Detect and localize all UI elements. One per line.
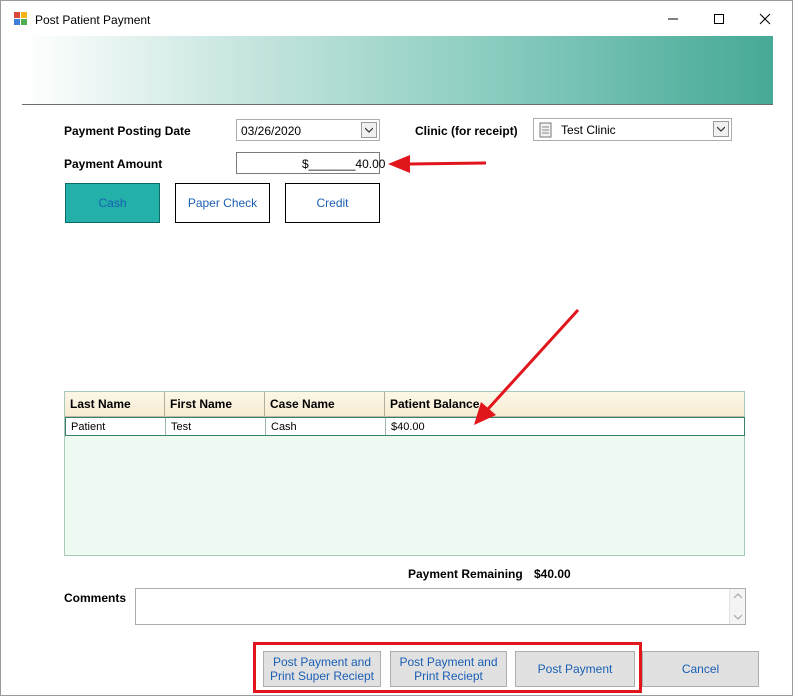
patient-balance-grid[interactable]: Last Name First Name Case Name Patient B… (64, 391, 745, 556)
column-header-last-name[interactable]: Last Name (65, 392, 165, 416)
clinic-doc-icon (539, 122, 552, 138)
title-bar[interactable]: Post Patient Payment (1, 1, 792, 35)
header-banner (22, 36, 773, 105)
posting-date-value: 03/26/2020 (241, 124, 302, 138)
app-icon (14, 12, 27, 25)
minimize-button[interactable] (650, 5, 696, 33)
comments-scrollbar[interactable] (729, 589, 745, 624)
clinic-value: Test Clinic (561, 123, 616, 137)
grid-header: Last Name First Name Case Name Patient B… (65, 392, 744, 417)
close-window-button[interactable] (742, 5, 788, 33)
close-icon (759, 13, 771, 25)
posting-date-label: Payment Posting Date (64, 124, 191, 138)
posting-date-picker[interactable]: 03/26/2020 (236, 119, 380, 141)
clinic-label: Clinic (for receipt) (415, 124, 518, 138)
cell-last-name: Patient (66, 418, 166, 435)
payment-remaining-value: $40.00 (534, 567, 571, 581)
cash-button[interactable]: Cash (65, 183, 160, 223)
column-header-first-name[interactable]: First Name (165, 392, 265, 416)
cell-first-name: Test (166, 418, 266, 435)
scroll-down-icon (734, 614, 742, 620)
payment-amount-input[interactable]: $_______40.00 (236, 152, 385, 174)
cell-patient-balance: $40.00 (391, 420, 425, 433)
post-and-print-receipt-button[interactable]: Post Payment and Print Reciept (390, 651, 507, 687)
column-header-patient-balance[interactable]: Patient Balance (385, 392, 745, 416)
cancel-button[interactable]: Cancel (642, 651, 759, 687)
window-title: Post Patient Payment (35, 13, 151, 27)
paper-check-button[interactable]: Paper Check (175, 183, 270, 223)
payment-amount-value: $_______40.00 (302, 157, 386, 171)
payment-amount-label: Payment Amount (64, 157, 163, 171)
cell-case-name: Cash (266, 418, 386, 435)
credit-button[interactable]: Credit (285, 183, 380, 223)
table-row[interactable]: Patient Test Cash $40.00 (65, 417, 745, 436)
post-and-print-super-receipt-button[interactable]: Post Payment and Print Super Reciept (263, 651, 381, 687)
comments-input[interactable] (135, 588, 746, 625)
clinic-dropdown-button[interactable] (713, 121, 729, 137)
minimize-icon (668, 18, 678, 20)
maximize-icon (714, 14, 724, 24)
chevron-down-icon (717, 126, 725, 132)
column-header-case-name[interactable]: Case Name (265, 392, 385, 416)
maximize-button[interactable] (696, 5, 742, 33)
chevron-down-icon (365, 127, 373, 133)
comments-label: Comments (64, 591, 127, 605)
date-dropdown-button[interactable] (361, 122, 377, 138)
post-patient-payment-window: Post Patient Payment Payment Posting Dat… (0, 0, 793, 696)
payment-remaining-label: Payment Remaining (408, 567, 523, 581)
post-payment-button[interactable]: Post Payment (515, 651, 635, 687)
divider (22, 104, 773, 105)
clinic-select[interactable]: Test Clinic (533, 118, 732, 141)
scroll-up-icon (734, 593, 742, 599)
